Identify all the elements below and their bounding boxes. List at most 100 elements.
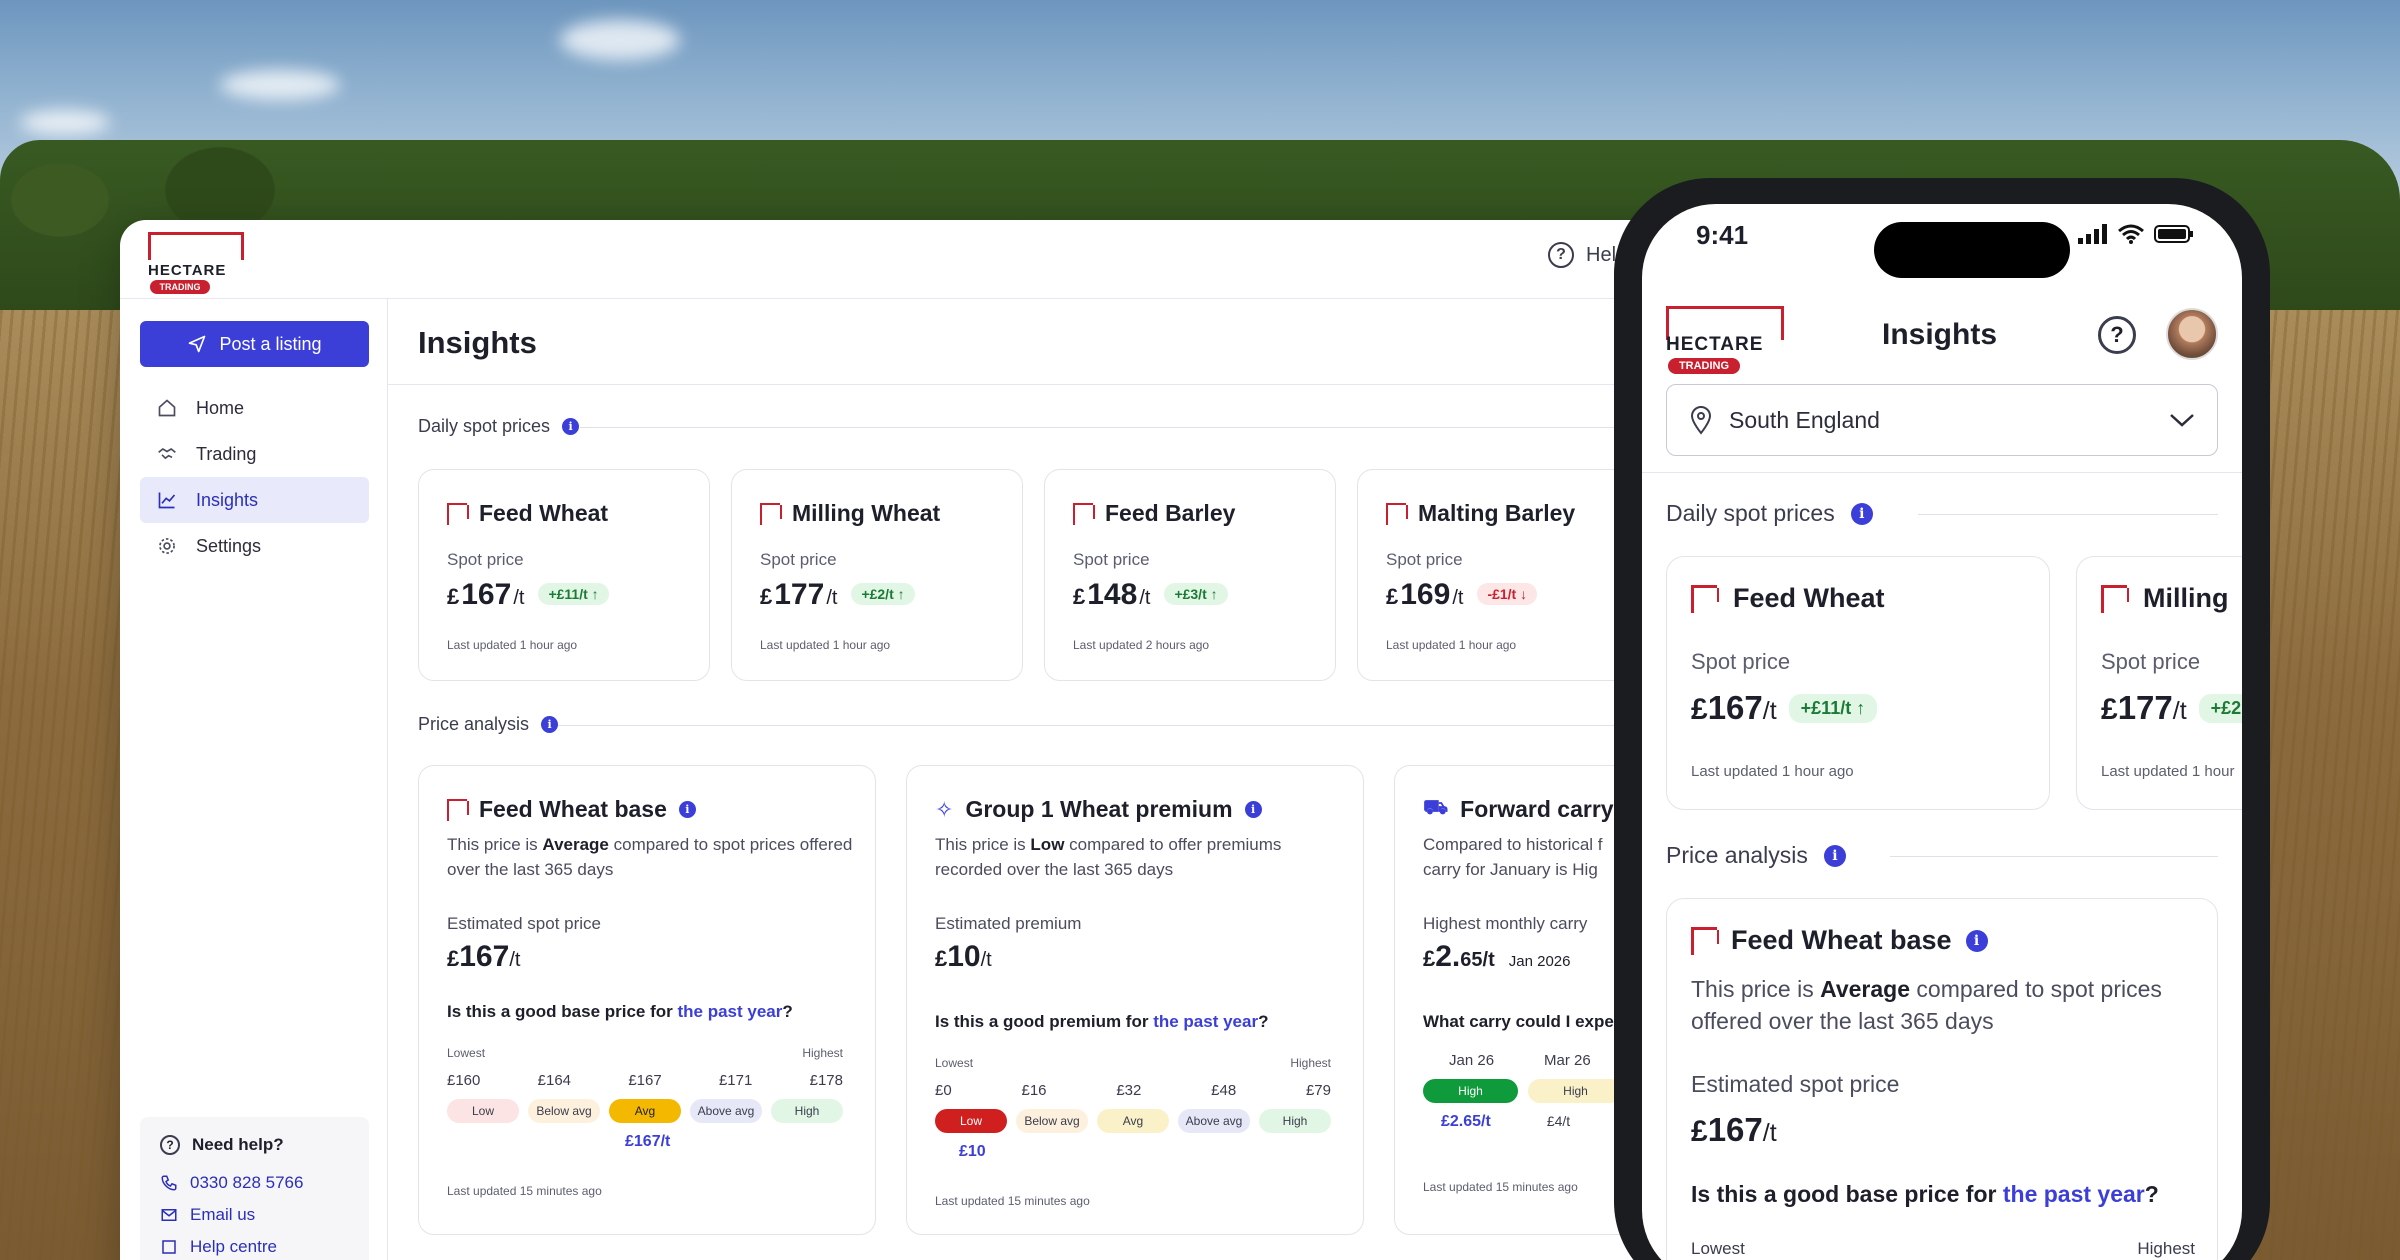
status-time: 9:41 [1696, 220, 1749, 250]
sidebar-item-label: Trading [196, 443, 257, 464]
info-icon[interactable]: i [1850, 502, 1873, 525]
period-link[interactable]: the past year [678, 1002, 783, 1021]
last-updated: Last updated 15 minutes ago [935, 1194, 1090, 1208]
spot-card-feed-barley[interactable]: Feed Barley Spot price £148/t +£3/t ↑ Las… [1044, 469, 1336, 681]
scale-tick: £160 [447, 1072, 481, 1089]
period-link[interactable]: the past year [2003, 1181, 2145, 1207]
status-icons [2078, 224, 2194, 244]
divider [1918, 514, 2218, 515]
price-value: 177 [2117, 689, 2173, 726]
scale-tick: £16 [1021, 1082, 1047, 1099]
currency: £ [760, 584, 773, 609]
currency: £ [447, 584, 460, 609]
avatar[interactable] [2166, 308, 2218, 360]
price-value: 167 [1707, 689, 1763, 726]
info-icon[interactable]: i [541, 716, 559, 733]
hectare-flag-icon [447, 502, 469, 525]
price-analysis-label: Price analysis i [1666, 842, 1846, 869]
page-title: Insights [1882, 318, 1998, 351]
help-centre-link[interactable]: Help centre [160, 1237, 349, 1257]
mail-icon [161, 1209, 177, 1221]
price-change-badge: -£1/t ↓ [1477, 583, 1538, 605]
crop-name: Feed Wheat [479, 500, 609, 526]
dynamic-island [1874, 222, 2070, 278]
estimate-number: 167 [1707, 1111, 1763, 1148]
scale-tick: £48 [1211, 1082, 1237, 1099]
price-unit: /t [1452, 587, 1464, 609]
scale-tick: £164 [537, 1072, 572, 1089]
spot-card-title: Milling Wheat [760, 500, 940, 527]
band-low-active: Low [935, 1109, 1007, 1133]
hectare-logo[interactable]: HECTARE TRADING [148, 232, 248, 294]
spot-card-malting-barley[interactable]: Malting Barley Spot price £169/t -£1/t ↓ … [1357, 469, 1649, 681]
estimate-unit: /t [1762, 1119, 1777, 1147]
currency: £ [1691, 1115, 1708, 1148]
spot-card-feed-wheat[interactable]: Feed Wheat Spot price £167/t +£11/t ↑ Las… [1666, 556, 2050, 810]
section-title: Price analysis [418, 714, 530, 734]
phone-frame: 9:41 HECTARE TRADING Insights ? South En… [1614, 178, 2270, 1260]
sidebar-item-settings[interactable]: Settings [140, 523, 369, 569]
currency: £ [447, 946, 460, 971]
price-change-badge: +£11/t ↑ [1788, 694, 1878, 723]
currency: £ [1073, 584, 1086, 609]
desc-text: This price is [935, 835, 1031, 854]
analysis-card-feed-wheat-base[interactable]: Feed Wheat base i This price is Average c… [1666, 898, 2218, 1260]
last-updated: Last updated 2 hours ago [1073, 638, 1210, 652]
post-listing-button[interactable]: Post a listing [140, 321, 369, 367]
sidebar-item-label: Settings [196, 535, 262, 556]
analysis-card-group1-premium[interactable]: ✧ Group 1 Wheat premium i This price is Lo… [906, 765, 1364, 1235]
sidebar: Post a listing Home Trading Insights Set… [120, 299, 388, 1260]
price-change-badge: +£3/t ↑ [1164, 583, 1228, 605]
spot-card-milling-wheat[interactable]: Milling Wheat Spot price £177/t +£2/t ↑ L… [731, 469, 1023, 681]
info-icon[interactable]: i [562, 418, 580, 435]
analysis-description: This price is Average compared to spot p… [1691, 973, 2201, 1037]
section-title: Price analysis [1666, 842, 1808, 868]
carry-value: £4/t [1546, 1113, 1571, 1129]
logo-word: HECTARE [1666, 334, 1764, 355]
region-select[interactable]: South England [1666, 384, 2218, 456]
spot-price: £177/t +£2 [2101, 689, 2242, 728]
spot-card-title: Feed Wheat [1691, 583, 1885, 614]
desc-text: This price is [1691, 976, 1821, 1002]
top-bar: HECTARE TRADING ? Help [120, 220, 1740, 299]
sidebar-item-trading[interactable]: Trading [140, 431, 369, 477]
estimate-label: Estimated premium [935, 914, 1082, 933]
crop-name: Milling Wheat [792, 500, 941, 526]
spot-card-milling-wheat[interactable]: Milling Spot price £177/t +£2 Last update… [2076, 556, 2242, 810]
scale-highest: Highest [2137, 1239, 2195, 1258]
info-icon[interactable]: i [1965, 929, 1988, 952]
sidebar-item-label: Home [196, 397, 245, 418]
sidebar-item-insights[interactable]: Insights [140, 477, 369, 523]
band-low: Low [447, 1099, 519, 1123]
book-icon [162, 1240, 176, 1254]
analysis-title: Group 1 Wheat premium [965, 796, 1233, 822]
email-link[interactable]: Email us [160, 1205, 349, 1225]
spot-card-feed-wheat[interactable]: Feed Wheat Spot price £167/t +£11/t ↑ Las… [418, 469, 710, 681]
logo-tag: TRADING [1668, 358, 1740, 374]
hectare-logo[interactable]: HECTARE TRADING [1666, 306, 1790, 376]
info-icon[interactable]: i [678, 801, 696, 818]
price-scale: Lowest Highest £160 £164 £167 £171 £178 Low B… [447, 1046, 843, 1151]
section-title: Daily spot prices [418, 416, 551, 436]
info-icon[interactable]: i [1823, 844, 1846, 867]
question-icon: ? [160, 1135, 180, 1155]
logo-word: HECTARE [148, 262, 227, 279]
help-icon[interactable]: ? [2098, 316, 2136, 354]
period-link[interactable]: the past year [1153, 1012, 1258, 1031]
scale-tick: £79 [1305, 1082, 1331, 1099]
estimate-label: Estimated spot price [447, 914, 602, 933]
info-icon[interactable]: i [1244, 801, 1262, 818]
crop-name: Malting Barley [1418, 500, 1576, 526]
truck-icon: ⛟ [1423, 797, 1449, 819]
hectare-flag-icon [2101, 584, 2129, 613]
spot-label: Spot price [2101, 649, 2201, 674]
analysis-card-feed-wheat-base[interactable]: Feed Wheat base i This price is Average c… [418, 765, 876, 1235]
band-high-active: High [1423, 1079, 1518, 1103]
last-updated: Last updated 15 minutes ago [447, 1184, 602, 1198]
price-unit: /t [513, 587, 525, 609]
phone-link[interactable]: 0330 828 5766 [160, 1173, 349, 1193]
analysis-question: Is this a good premium for the past year… [935, 1012, 1268, 1032]
post-listing-label: Post a listing [219, 333, 322, 354]
sidebar-item-home[interactable]: Home [140, 385, 369, 431]
home-icon [156, 397, 178, 419]
